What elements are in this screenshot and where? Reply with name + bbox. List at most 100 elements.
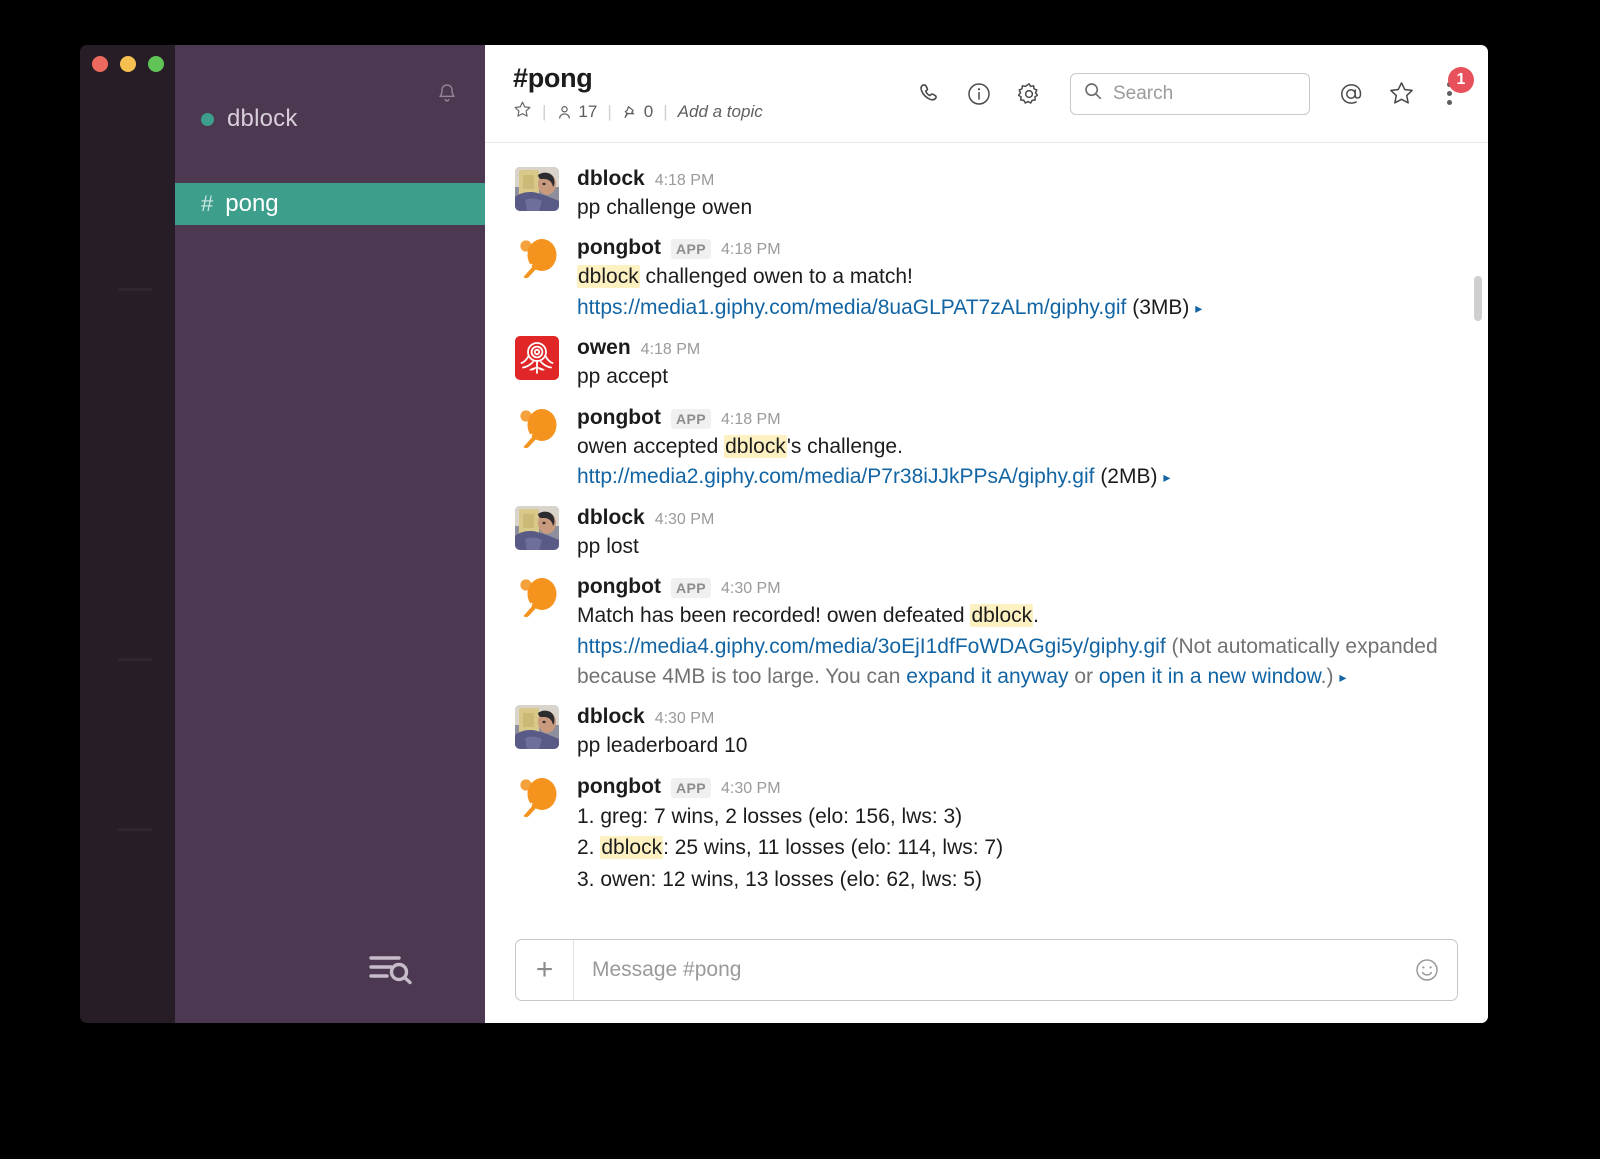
message-composer: + — [485, 939, 1488, 1023]
workspace-header[interactable]: dblock — [201, 105, 298, 133]
phone-icon[interactable] — [914, 79, 944, 109]
gear-icon[interactable] — [1014, 79, 1044, 109]
message-text: pp leaderboard 10 — [577, 734, 748, 758]
message-row: pongbot APP 4:18 PM dblock challenged owen … — [485, 234, 1488, 325]
app-badge: APP — [670, 578, 711, 599]
members-count[interactable]: 17 — [556, 102, 597, 122]
workspace-rail — [80, 45, 175, 1023]
message-link[interactable]: expand it anyway — [906, 665, 1068, 688]
message-text: pp accept — [577, 365, 669, 389]
message-row: dblock 4:30 PM pp leaderboard 10 — [485, 703, 1488, 763]
message-timestamp: 4:18 PM — [640, 341, 701, 359]
search-icon — [1083, 81, 1103, 106]
avatar[interactable] — [515, 406, 559, 450]
composer-box[interactable]: + — [515, 939, 1458, 1001]
meta-separator: | — [607, 102, 612, 121]
message-timestamp: 4:30 PM — [720, 580, 781, 598]
message-header: pongbot APP 4:18 PM — [577, 236, 1458, 260]
pins-count-value: 0 — [643, 102, 654, 121]
avatar[interactable] — [515, 336, 559, 381]
hash-icon: # — [201, 191, 214, 216]
minimize-window-button[interactable] — [120, 56, 136, 72]
message-text: challenged owen to a match! — [639, 265, 913, 289]
message-text: 's challenge. — [786, 434, 903, 458]
message-text: Match has been recorded! owen defeated — [577, 604, 971, 628]
at-icon[interactable] — [1336, 79, 1366, 109]
rail-marker — [118, 828, 152, 831]
message-author[interactable]: dblock — [577, 167, 645, 191]
search-box[interactable] — [1070, 72, 1310, 115]
message-body: dblock 4:30 PM pp lost — [577, 506, 1458, 562]
message-body: pongbot APP 4:18 PM owen accepted dblock's … — [577, 406, 1458, 493]
add-topic-button[interactable]: Add a topic — [678, 102, 763, 122]
avatar[interactable] — [515, 775, 559, 819]
message-body: dblock 4:18 PM pp challenge owen — [577, 167, 1458, 223]
message-list[interactable]: dblock 4:18 PM pp challenge owen pongbot AP… — [485, 143, 1488, 939]
channel-sidebar: dblock # pong — [175, 45, 485, 1023]
close-window-button[interactable] — [92, 56, 108, 72]
message-content: Match has been recorded! owen defeated d… — [577, 601, 1458, 692]
message-author[interactable]: pongbot — [577, 406, 661, 430]
message-author[interactable]: pongbot — [577, 236, 661, 260]
message-author[interactable]: pongbot — [577, 775, 661, 799]
message-note: .) — [1320, 664, 1340, 688]
desktop-background: dblock # pong #pong | 17 | 0 | Add a top… — [0, 0, 1600, 1159]
message-author[interactable]: dblock — [577, 705, 645, 729]
message-author[interactable]: dblock — [577, 506, 645, 530]
pins-count[interactable]: 0 — [622, 102, 653, 122]
message-author[interactable]: pongbot — [577, 575, 661, 599]
avatar[interactable] — [515, 236, 559, 280]
page-title: #pong — [513, 63, 593, 93]
channel-browser-icon[interactable] — [367, 949, 413, 985]
message-link[interactable]: https://media1.giphy.com/media/8uaGLPAT7… — [577, 296, 1126, 319]
expand-toggle-icon[interactable]: ▸ — [1163, 467, 1170, 487]
message-text: (3MB) — [1126, 295, 1196, 319]
sidebar-item-pong[interactable]: # pong — [175, 183, 485, 225]
message-link[interactable]: http://media2.giphy.com/media/P7r38iJJkP… — [577, 465, 1094, 488]
more-actions-button[interactable]: 1 — [1436, 66, 1474, 109]
message-scrollbar[interactable] — [1474, 151, 1482, 931]
channel-header-left: #pong | 17 | 0 | Add a topic — [513, 63, 763, 124]
mention-highlight: dblock — [970, 604, 1034, 628]
message-timestamp: 4:30 PM — [654, 510, 715, 528]
mention-highlight: dblock — [577, 265, 640, 289]
message-input[interactable] — [574, 958, 1397, 982]
message-row: pongbot APP 4:18 PM owen accepted dblock's … — [485, 404, 1488, 495]
message-row: pongbot APP 4:30 PM 1. greg: 7 wins, 2 loss… — [485, 773, 1488, 898]
avatar[interactable] — [515, 705, 559, 750]
message-body: pongbot APP 4:30 PM Match has been recorded… — [577, 575, 1458, 692]
app-badge: APP — [670, 239, 711, 260]
message-content: dblock challenged owen to a match! https:… — [577, 262, 1458, 323]
avatar[interactable] — [515, 167, 559, 211]
message-row: dblock 4:18 PM pp challenge owen — [485, 165, 1488, 225]
message-body: pongbot APP 4:18 PM dblock challenged owen … — [577, 236, 1458, 323]
message-timestamp: 4:18 PM — [720, 241, 781, 259]
message-header: owen 4:18 PM — [577, 336, 1458, 360]
scrollbar-thumb[interactable] — [1474, 276, 1482, 321]
message-content: pp accept — [577, 362, 1458, 392]
message-body: pongbot APP 4:30 PM 1. greg: 7 wins, 2 loss… — [577, 775, 1458, 896]
search-input[interactable] — [1113, 82, 1297, 105]
smiley-icon[interactable] — [1397, 957, 1457, 983]
expand-toggle-icon[interactable]: ▸ — [1195, 298, 1202, 318]
message-link[interactable]: https://media4.giphy.com/media/3oEjI1dfF… — [577, 635, 1166, 658]
bell-icon[interactable] — [435, 81, 459, 107]
leaderboard-row: 2. dblock: 25 wins, 11 losses (elo: 114,… — [577, 836, 1004, 860]
mention-highlight: dblock — [724, 434, 787, 458]
avatar[interactable] — [515, 505, 559, 550]
message-body: dblock 4:30 PM pp leaderboard 10 — [577, 705, 1458, 761]
star-icon[interactable] — [513, 100, 532, 124]
plus-icon[interactable]: + — [516, 940, 574, 1000]
expand-toggle-icon[interactable]: ▸ — [1339, 667, 1346, 687]
zoom-window-button[interactable] — [148, 56, 164, 72]
window-traffic-lights[interactable] — [92, 56, 164, 72]
rail-marker — [118, 658, 152, 661]
starred-items-icon[interactable] — [1386, 79, 1416, 109]
message-author[interactable]: owen — [577, 336, 631, 360]
message-text: owen accepted — [577, 434, 725, 458]
avatar[interactable] — [515, 575, 559, 619]
message-text: pp lost — [577, 534, 639, 558]
info-icon[interactable] — [964, 79, 994, 109]
message-link[interactable]: open it in a new window — [1099, 665, 1321, 688]
message-body: owen 4:18 PM pp accept — [577, 336, 1458, 392]
